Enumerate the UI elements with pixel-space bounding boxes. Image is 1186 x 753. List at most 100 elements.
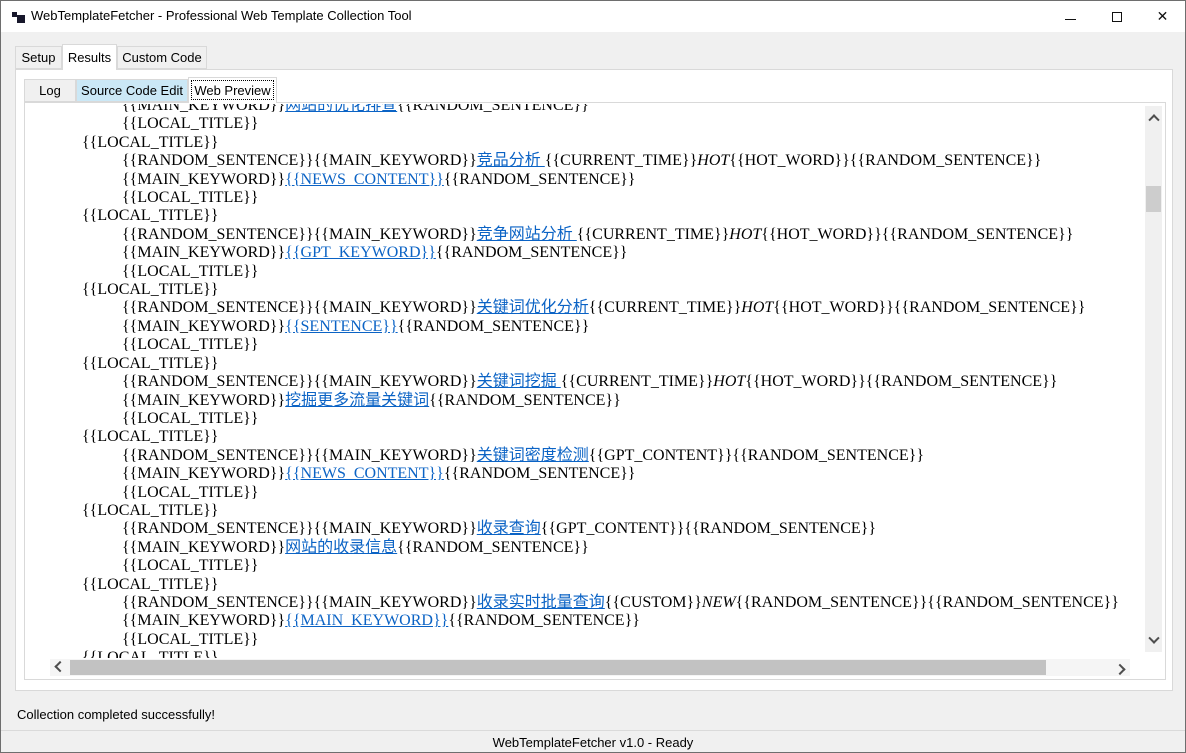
template-text: {{LOCAL_TITLE}} (82, 134, 218, 151)
template-link[interactable]: 关键词优化分析 (477, 299, 589, 316)
template-text: {{LOCAL_TITLE}} (122, 557, 258, 574)
template-text: {{LOCAL_TITLE}} (122, 484, 258, 501)
vertical-scroll-thumb[interactable] (1146, 186, 1161, 212)
template-link[interactable]: {{NEWS_CONTENT}} (285, 465, 444, 482)
preview-line: {{LOCAL_TITLE}} (122, 263, 1142, 281)
template-link[interactable]: {{GPT_KEYWORD}} (285, 244, 436, 261)
preview-line: {{LOCAL_TITLE}} (122, 189, 1142, 207)
template-text: {{RANDOM_SENTENCE}} (397, 539, 589, 556)
preview-line: {{MAIN_KEYWORD}}网站的收录信息{{RANDOM_SENTENCE… (122, 539, 1142, 557)
template-link[interactable]: 关键词挖掘 (477, 373, 561, 390)
horizontal-scrollbar[interactable] (50, 659, 1130, 676)
web-preview-page: {{MAIN_KEYWORD}}网站的优化排查{{RANDOM_SENTENCE… (24, 102, 1166, 680)
template-link[interactable]: {{SENTENCE}} (285, 318, 398, 335)
template-text: {{RANDOM_SENTENCE}}{{MAIN_KEYWORD}} (122, 299, 477, 316)
preview-line: {{RANDOM_SENTENCE}}{{MAIN_KEYWORD}}关键词挖掘… (122, 373, 1142, 391)
template-text: {{CURRENT_TIME}} (545, 152, 698, 169)
template-link[interactable]: 收录查询 (477, 520, 541, 537)
emphasis-text: NEW (702, 594, 736, 611)
scroll-down-button[interactable] (1145, 630, 1162, 652)
emphasis-text: HOT (729, 226, 761, 243)
status-bar-text: WebTemplateFetcher v1.0 - Ready (493, 735, 694, 750)
results-tab-page: Log Source Code Edit Web Preview {{MAIN_… (15, 69, 1173, 691)
scroll-up-button[interactable] (1145, 106, 1162, 128)
emphasis-text: HOT (697, 152, 729, 169)
preview-line: {{RANDOM_SENTENCE}}{{MAIN_KEYWORD}}竞品分析 … (122, 152, 1142, 170)
status-message: Collection completed successfully! (17, 707, 215, 722)
preview-line: {{LOCAL_TITLE}} (82, 134, 1142, 152)
template-link[interactable]: 收录实时批量查询 (477, 594, 605, 611)
template-text: {{LOCAL_TITLE}} (82, 649, 218, 658)
preview-line: {{LOCAL_TITLE}} (82, 502, 1142, 520)
subtab-web-preview[interactable]: Web Preview (188, 77, 277, 103)
preview-line: {{LOCAL_TITLE}} (122, 484, 1142, 502)
minimize-icon (1065, 19, 1076, 20)
maximize-button[interactable] (1094, 1, 1139, 32)
preview-line: {{MAIN_KEYWORD}}网站的优化排查{{RANDOM_SENTENCE… (122, 104, 1142, 115)
preview-line: {{LOCAL_TITLE}} (82, 576, 1142, 594)
template-link[interactable]: {{NEWS_CONTENT}} (285, 171, 444, 188)
preview-line: {{RANDOM_SENTENCE}}{{MAIN_KEYWORD}}竞争网站分… (122, 226, 1142, 244)
scroll-left-button[interactable] (50, 659, 70, 676)
template-text: {{CURRENT_TIME}} (577, 226, 730, 243)
template-text: {{LOCAL_TITLE}} (82, 355, 218, 372)
preview-line: {{MAIN_KEYWORD}}挖掘更多流量关键词{{RANDOM_SENTEN… (122, 392, 1142, 410)
template-text: {{RANDOM_SENTENCE}}{{MAIN_KEYWORD}} (122, 152, 477, 169)
preview-line: {{LOCAL_TITLE}} (122, 557, 1142, 575)
preview-line: {{RANDOM_SENTENCE}}{{MAIN_KEYWORD}}关键词优化… (122, 299, 1142, 317)
tab-setup[interactable]: Setup (15, 46, 62, 69)
template-text: {{RANDOM_SENTENCE}} (448, 612, 640, 629)
template-text: {{MAIN_KEYWORD}} (122, 318, 285, 335)
tab-results[interactable]: Results (62, 44, 117, 70)
template-text: {{LOCAL_TITLE}} (82, 207, 218, 224)
preview-line: {{LOCAL_TITLE}} (82, 649, 1142, 658)
subtab-log[interactable]: Log (24, 79, 76, 102)
chevron-right-icon (1114, 663, 1125, 674)
template-text: {{HOT_WORD}}{{RANDOM_SENTENCE}} (745, 373, 1057, 390)
template-text: {{RANDOM_SENTENCE}}{{MAIN_KEYWORD}} (122, 520, 477, 537)
template-text: {{RANDOM_SENTENCE}} (429, 392, 621, 409)
template-text: {{MAIN_KEYWORD}} (122, 171, 285, 188)
template-text: {{LOCAL_TITLE}} (122, 263, 258, 280)
chevron-up-icon (1148, 114, 1159, 125)
subtab-source-code-edit[interactable]: Source Code Edit (76, 79, 188, 102)
template-link[interactable]: 网站的优化排查 (285, 104, 397, 114)
preview-line: {{LOCAL_TITLE}} (122, 631, 1142, 649)
window-title: WebTemplateFetcher - Professional Web Te… (31, 8, 412, 23)
template-text: {{RANDOM_SENTENCE}}{{MAIN_KEYWORD}} (122, 373, 477, 390)
template-text: {{RANDOM_SENTENCE}}{{RANDOM_SENTENCE}} (736, 594, 1119, 611)
template-text: {{RANDOM_SENTENCE}}{{MAIN_KEYWORD}} (122, 594, 477, 611)
template-link[interactable]: 网站的收录信息 (285, 539, 397, 556)
template-text: {{LOCAL_TITLE}} (82, 428, 218, 445)
minimize-button[interactable] (1048, 1, 1093, 32)
template-text: {{CURRENT_TIME}} (589, 299, 742, 316)
close-icon: ✕ (1157, 10, 1169, 24)
template-text: {{GPT_CONTENT}}{{RANDOM_SENTENCE}} (541, 520, 876, 537)
template-link[interactable]: 挖掘更多流量关键词 (285, 392, 429, 409)
scroll-right-button[interactable] (1110, 659, 1130, 676)
tab-custom-code[interactable]: Custom Code (117, 46, 207, 69)
status-bar: WebTemplateFetcher v1.0 - Ready (1, 730, 1185, 753)
template-link[interactable]: 关键词密度检测 (477, 447, 589, 464)
template-text: {{LOCAL_TITLE}} (122, 631, 258, 648)
template-text: {{GPT_CONTENT}}{{RANDOM_SENTENCE}} (589, 447, 924, 464)
preview-line: {{LOCAL_TITLE}} (82, 281, 1142, 299)
preview-line: {{LOCAL_TITLE}} (82, 355, 1142, 373)
template-text: {{MAIN_KEYWORD}} (122, 539, 285, 556)
preview-line: {{RANDOM_SENTENCE}}{{MAIN_KEYWORD}}收录查询{… (122, 520, 1142, 538)
close-button[interactable]: ✕ (1140, 1, 1185, 32)
preview-line: {{RANDOM_SENTENCE}}{{MAIN_KEYWORD}}关键词密度… (122, 447, 1142, 465)
template-link[interactable]: 竞争网站分析 (477, 226, 577, 243)
template-text: {{RANDOM_SENTENCE}} (397, 104, 589, 114)
template-text: {{LOCAL_TITLE}} (122, 336, 258, 353)
vertical-scrollbar[interactable] (1145, 106, 1162, 652)
template-text: {{LOCAL_TITLE}} (82, 576, 218, 593)
template-link[interactable]: {{MAIN_KEYWORD}} (285, 612, 448, 629)
preview-line: {{LOCAL_TITLE}} (122, 410, 1142, 428)
template-text: {{RANDOM_SENTENCE}} (444, 171, 636, 188)
template-text: {{MAIN_KEYWORD}} (122, 104, 285, 114)
horizontal-scroll-thumb[interactable] (70, 660, 1046, 675)
template-text: {{MAIN_KEYWORD}} (122, 392, 285, 409)
template-link[interactable]: 竞品分析 (477, 152, 545, 169)
maximize-icon (1112, 12, 1122, 22)
